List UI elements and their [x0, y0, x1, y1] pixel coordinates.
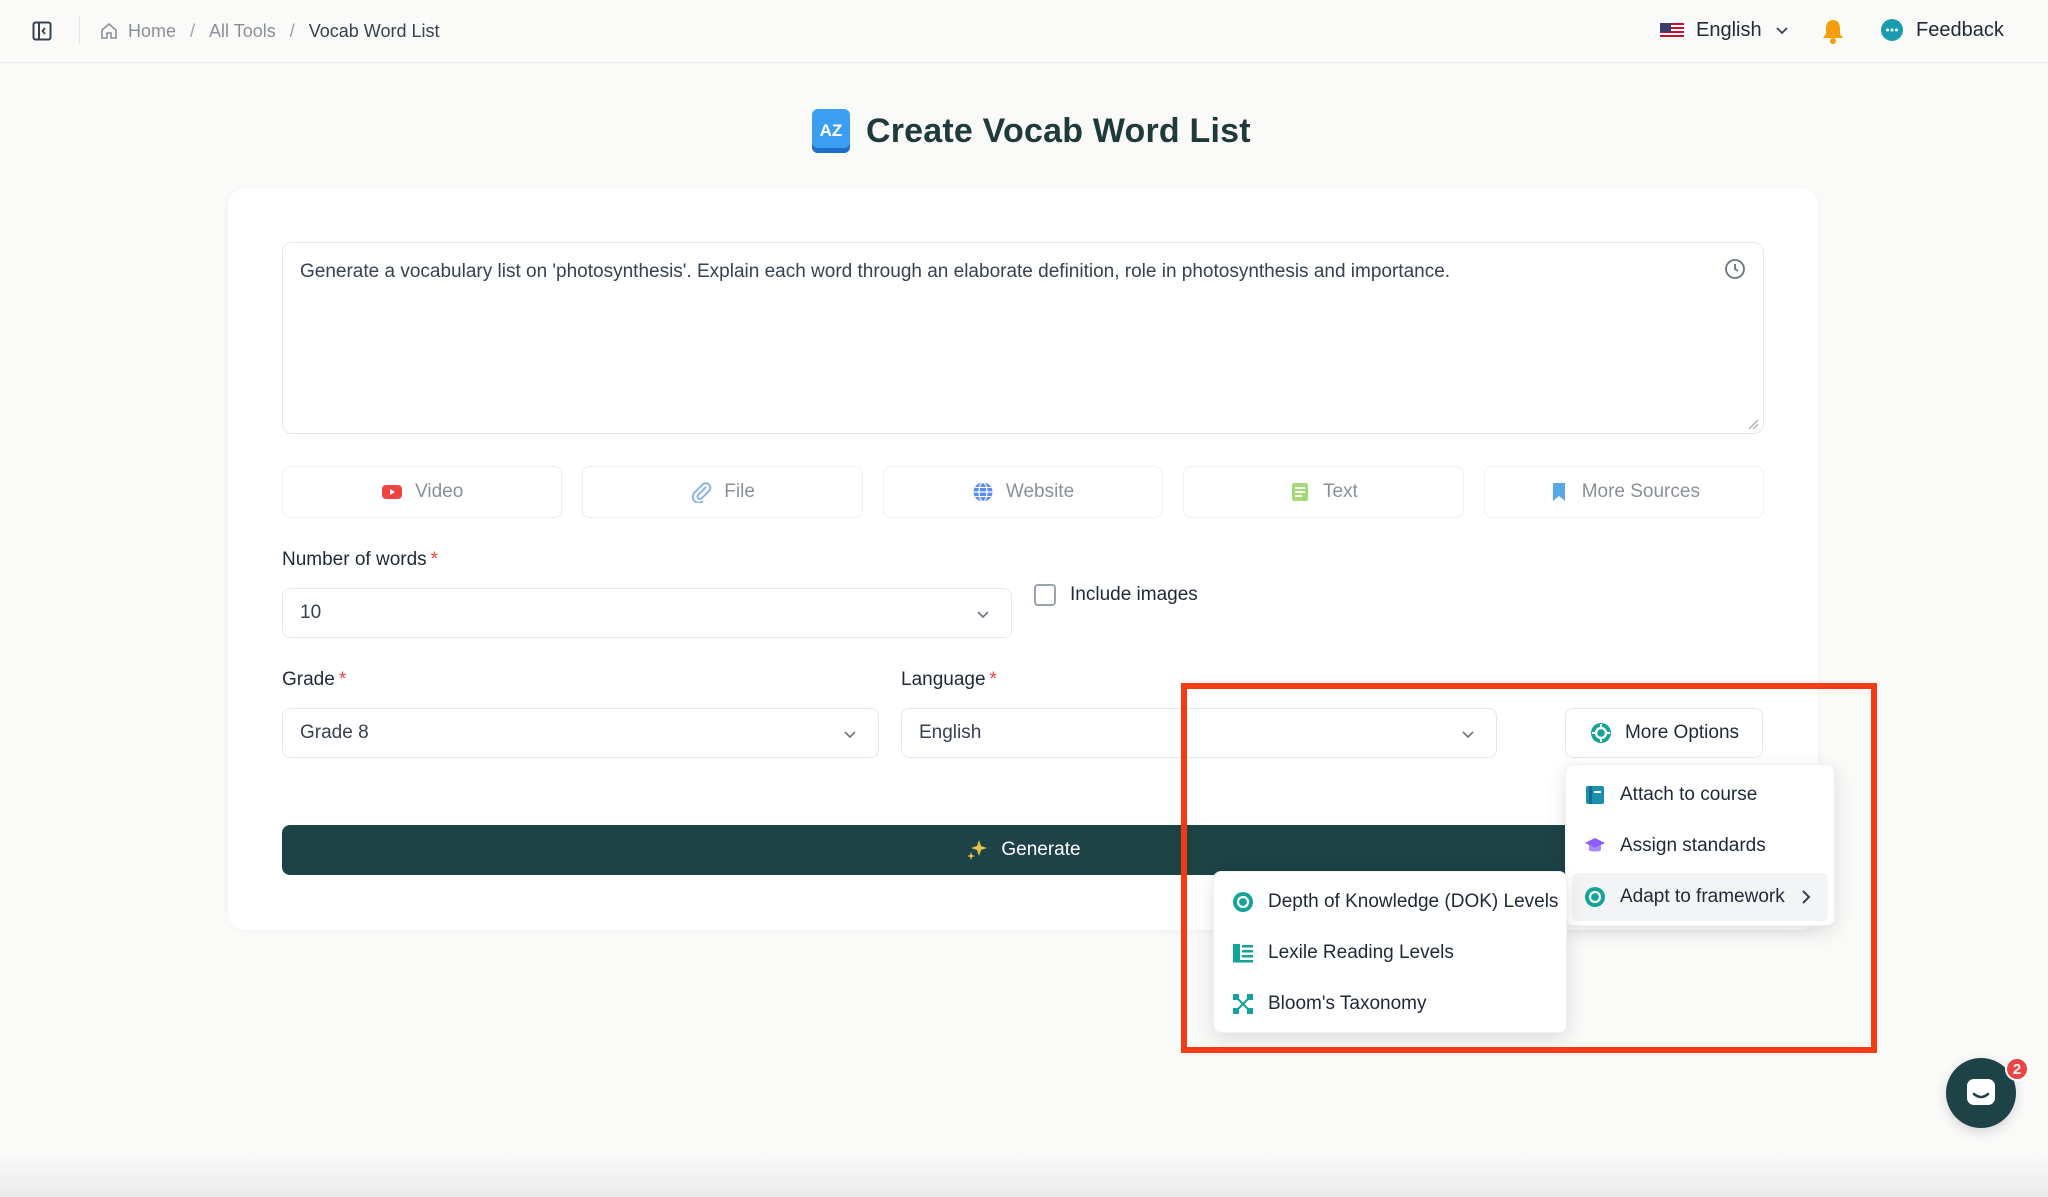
sparkle-icon — [965, 838, 989, 862]
source-video-button[interactable]: Video — [282, 466, 563, 518]
menu-item-label: Adapt to framework — [1620, 886, 1785, 907]
number-of-words-label-text: Number of words — [282, 549, 427, 570]
sidebar-toggle-icon[interactable] — [29, 19, 55, 43]
include-images-checkbox[interactable]: Include images — [1034, 582, 1198, 608]
history-clock-icon[interactable] — [1723, 257, 1747, 281]
required-marker: * — [430, 549, 439, 570]
source-label: Text — [1322, 481, 1358, 502]
feedback-label: Feedback — [1916, 18, 2004, 41]
chevron-down-icon — [842, 726, 858, 742]
source-buttons: Video File Website Text More Sources — [282, 466, 1765, 518]
breadcrumb-all-tools[interactable]: All Tools — [209, 21, 276, 42]
more-options-button[interactable]: More Options — [1565, 708, 1763, 758]
az-vocab-icon: AZ — [812, 109, 850, 153]
more-options-menu: Attach to course Assign standards Adapt … — [1565, 764, 1835, 926]
required-marker: * — [338, 669, 347, 690]
source-more-button[interactable]: More Sources — [1483, 466, 1765, 518]
bottom-fade — [0, 1150, 2048, 1197]
generate-label: Generate — [1001, 839, 1081, 860]
grade-label-text: Grade — [282, 669, 335, 690]
graduation-cap-icon — [1584, 835, 1606, 857]
breadcrumb-home[interactable]: Home — [128, 21, 176, 42]
bookmark-icon — [1548, 481, 1570, 503]
page-title: AZ Create Vocab Word List — [812, 106, 1251, 156]
grade-select[interactable]: Grade 8 — [282, 708, 879, 758]
number-of-words-label: Number of words * — [282, 549, 438, 571]
source-label: Video — [415, 481, 464, 502]
menu-item-attach-to-course[interactable]: Attach to course — [1572, 771, 1828, 819]
source-file-button[interactable]: File — [582, 466, 863, 518]
language-label: Language * — [901, 669, 997, 691]
paperclip-icon — [690, 481, 712, 503]
dok-icon — [1232, 891, 1254, 913]
number-of-words-select[interactable]: 10 — [282, 588, 1012, 638]
us-flag-icon — [1660, 22, 1684, 38]
resize-handle[interactable] — [1747, 417, 1759, 430]
source-label: Website — [1005, 481, 1075, 502]
text-doc-icon — [1289, 481, 1311, 503]
language-label-text: Language — [901, 669, 986, 690]
framework-submenu: Depth of Knowledge (DOK) Levels Lexile R… — [1213, 871, 1567, 1033]
video-icon — [381, 481, 403, 503]
submenu-item-label: Bloom's Taxonomy — [1268, 993, 1427, 1014]
breadcrumb-separator: / — [190, 20, 196, 41]
chevron-down-icon — [1460, 726, 1476, 742]
include-images-label: Include images — [1070, 584, 1198, 605]
chevron-right-icon — [1800, 889, 1812, 905]
az-icon-text: AZ — [819, 121, 843, 140]
course-book-icon — [1584, 784, 1606, 806]
submenu-item-lexile-levels[interactable]: Lexile Reading Levels — [1220, 929, 1560, 977]
checkbox-box[interactable] — [1034, 584, 1056, 606]
menu-item-label: Assign standards — [1620, 835, 1766, 856]
language-switcher[interactable]: English — [1660, 14, 1790, 46]
source-text-button[interactable]: Text — [1183, 466, 1464, 518]
language-label: English — [1696, 18, 1762, 41]
required-marker: * — [989, 669, 997, 690]
menu-item-adapt-to-framework[interactable]: Adapt to framework — [1572, 873, 1828, 921]
language-select[interactable]: English — [901, 708, 1497, 758]
number-of-words-value: 10 — [300, 602, 322, 623]
source-label: File — [724, 481, 755, 502]
prompt-text: Generate a vocabulary list on 'photosynt… — [300, 261, 1451, 282]
lexile-icon — [1232, 942, 1254, 964]
submenu-item-label: Depth of Knowledge (DOK) Levels — [1268, 891, 1559, 912]
grade-label: Grade * — [282, 669, 346, 691]
header-divider — [79, 16, 80, 44]
menu-item-label: Attach to course — [1620, 784, 1758, 805]
source-label: More Sources — [1581, 481, 1700, 502]
chat-bubble-icon — [1880, 18, 1904, 42]
breadcrumb: Home / All Tools / Vocab Word List — [100, 18, 440, 44]
language-value: English — [919, 722, 982, 743]
chevron-down-icon — [1774, 22, 1790, 38]
gear-icon — [1589, 721, 1613, 745]
submenu-item-dok-levels[interactable]: Depth of Knowledge (DOK) Levels — [1220, 878, 1560, 926]
bell-icon[interactable] — [1820, 17, 1846, 45]
source-website-button[interactable]: Website — [882, 466, 1164, 518]
submenu-item-blooms-taxonomy[interactable]: Bloom's Taxonomy — [1220, 980, 1560, 1028]
framework-icon — [1584, 886, 1606, 908]
submenu-item-label: Lexile Reading Levels — [1268, 942, 1454, 963]
grade-value: Grade 8 — [300, 722, 369, 743]
notification-badge: 2 — [2005, 1057, 2029, 1081]
generate-button[interactable]: Generate — [282, 825, 1764, 875]
more-options-label: More Options — [1624, 722, 1740, 743]
prompt-textarea[interactable]: Generate a vocabulary list on 'photosynt… — [282, 242, 1764, 434]
page-title-text: Create Vocab Word List — [866, 111, 1251, 150]
blooms-icon — [1232, 993, 1254, 1015]
chevron-down-icon — [975, 606, 991, 622]
breadcrumb-current: Vocab Word List — [308, 20, 440, 41]
feedback-button[interactable]: Feedback — [1880, 14, 2004, 46]
chat-icon — [1964, 1076, 1998, 1110]
menu-item-assign-standards[interactable]: Assign standards — [1572, 822, 1828, 870]
breadcrumb-separator: / — [289, 20, 295, 41]
globe-icon — [972, 481, 994, 503]
home-icon — [100, 22, 118, 40]
top-bar: Home / All Tools / Vocab Word List Engli… — [0, 0, 2048, 63]
